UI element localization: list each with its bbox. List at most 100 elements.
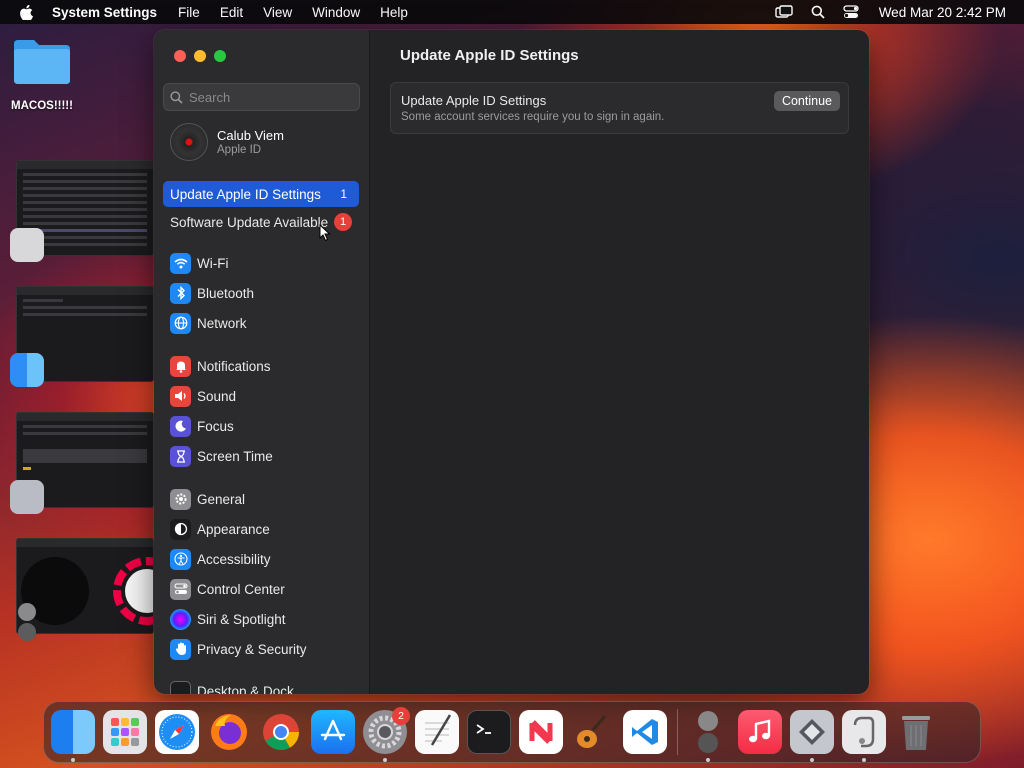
- sidebar-item-wifi[interactable]: Wi-Fi: [163, 250, 359, 276]
- avatar: [170, 123, 208, 161]
- dock-chrome[interactable]: [259, 710, 303, 754]
- digital-color-meter-icon: [10, 602, 44, 641]
- mouse-pointer-icon: [319, 224, 331, 242]
- dock-digital-color-meter[interactable]: [686, 710, 730, 762]
- accessibility-icon: [170, 548, 191, 570]
- dock-garageband[interactable]: [571, 710, 615, 754]
- running-indicator: [71, 758, 75, 762]
- chrome-icon: [263, 714, 299, 751]
- card-title: Update Apple ID Settings: [401, 93, 547, 108]
- sidebar-item-bluetooth[interactable]: Bluetooth: [163, 280, 359, 306]
- sidebar-item-appearance[interactable]: Appearance: [163, 516, 359, 542]
- sidebar-item-focus[interactable]: Focus: [163, 413, 359, 439]
- folder-icon: [12, 38, 72, 86]
- spotlight-search-icon[interactable]: [811, 5, 825, 19]
- sidebar-item-general[interactable]: General: [163, 486, 359, 512]
- dock-terminal[interactable]: [467, 710, 511, 754]
- launchpad-icon: [111, 718, 139, 746]
- close-button[interactable]: [174, 50, 186, 62]
- speaker-icon: [170, 385, 191, 407]
- screen-mirroring-icon[interactable]: [774, 5, 793, 19]
- running-indicator: [383, 758, 387, 762]
- boot-camp-icon: [799, 719, 825, 745]
- dock-textedit[interactable]: [415, 710, 459, 754]
- menu-view[interactable]: View: [263, 5, 292, 20]
- search-input[interactable]: [189, 89, 349, 105]
- continue-button[interactable]: Continue: [773, 91, 840, 111]
- system-settings-window: Calub Viem Apple ID Update Apple ID Sett…: [154, 30, 869, 694]
- dock-music[interactable]: [738, 710, 782, 754]
- firefox-icon: [211, 714, 247, 750]
- siri-icon: [170, 608, 191, 630]
- trash-icon: [902, 716, 930, 750]
- dock-app-store[interactable]: [311, 710, 355, 754]
- minimize-button[interactable]: [194, 50, 206, 62]
- dock-firefox[interactable]: [207, 710, 251, 754]
- update-apple-id-card: Update Apple ID Settings Some account se…: [390, 82, 849, 134]
- guitar-icon: [577, 715, 607, 748]
- dock-trash[interactable]: [894, 710, 938, 754]
- sidebar-item-update-apple-id[interactable]: Update Apple ID Settings 1: [163, 181, 359, 207]
- news-icon: [529, 720, 553, 744]
- menu-file[interactable]: File: [178, 5, 200, 20]
- dock-vscode[interactable]: [623, 710, 667, 754]
- sidebar-item-label: Accessibility: [197, 551, 271, 567]
- sidebar-item-notifications[interactable]: Notifications: [163, 353, 359, 379]
- menu-app-name[interactable]: System Settings: [52, 5, 157, 20]
- sidebar-item-privacy-security[interactable]: Privacy & Security: [163, 636, 359, 662]
- control-center-icon[interactable]: [843, 5, 859, 19]
- music-note-icon: [749, 719, 771, 743]
- page-title: Update Apple ID Settings: [400, 47, 579, 64]
- moon-icon: [170, 415, 191, 437]
- menu-window[interactable]: Window: [312, 5, 360, 20]
- sidebar-item-screen-time[interactable]: Screen Time: [163, 443, 359, 469]
- menu-clock[interactable]: Wed Mar 20 2:42 PM: [879, 5, 1006, 20]
- terminal-icon: [476, 724, 491, 734]
- textedit-icon: [425, 714, 452, 746]
- sidebar-item-label: General: [197, 491, 246, 507]
- sidebar-item-desktop-dock[interactable]: Desktop & Dock: [163, 678, 359, 694]
- software-update-badge: 1: [334, 213, 353, 231]
- menu-edit[interactable]: Edit: [220, 5, 243, 20]
- sidebar-item-label: Notifications: [197, 358, 271, 374]
- sidebar: Calub Viem Apple ID Update Apple ID Sett…: [154, 30, 370, 694]
- apple-id-account[interactable]: Calub Viem Apple ID: [170, 123, 284, 161]
- search-field[interactable]: [163, 83, 360, 111]
- desktop-folder[interactable]: MACOS!!!!!: [10, 38, 74, 112]
- sidebar-item-label: Update Apple ID Settings: [170, 186, 321, 202]
- running-indicator: [810, 758, 814, 762]
- running-indicator: [706, 758, 710, 762]
- globe-icon: [170, 312, 191, 334]
- menu-help[interactable]: Help: [380, 5, 408, 20]
- zoom-button[interactable]: [214, 50, 226, 62]
- apple-menu[interactable]: [0, 4, 52, 20]
- dock-system-information[interactable]: [842, 710, 886, 762]
- dock-safari[interactable]: [155, 710, 199, 754]
- account-name: Calub Viem: [217, 128, 284, 143]
- dock-boot-camp[interactable]: [790, 710, 834, 762]
- dock-news[interactable]: [519, 710, 563, 754]
- account-subtitle: Apple ID: [217, 144, 262, 156]
- notification-badge: 2: [392, 707, 410, 725]
- sidebar-item-network[interactable]: Network: [163, 310, 359, 336]
- running-indicator: [862, 758, 866, 762]
- vscode-icon: [632, 719, 658, 745]
- sidebar-item-label: Network: [197, 315, 247, 331]
- sidebar-item-label: Screen Time: [197, 448, 273, 464]
- sidebar-item-control-center[interactable]: Control Center: [163, 576, 359, 602]
- dock-finder[interactable]: [51, 710, 95, 762]
- wifi-icon: [170, 252, 191, 274]
- sidebar-item-sound[interactable]: Sound: [163, 383, 359, 409]
- card-description: Some account services require you to sig…: [401, 111, 665, 123]
- sidebar-item-label: Bluetooth: [197, 285, 255, 301]
- sidebar-item-label: Sound: [197, 388, 237, 404]
- app-store-icon: [320, 719, 346, 741]
- dock-system-settings[interactable]: 2: [363, 707, 410, 762]
- menu-bar: System Settings File Edit View Window He…: [0, 0, 1024, 24]
- appearance-icon: [170, 518, 191, 540]
- dock-launchpad[interactable]: [103, 710, 147, 754]
- boot-camp-icon: [10, 480, 44, 514]
- sidebar-item-accessibility[interactable]: Accessibility: [163, 546, 359, 572]
- sidebar-item-siri-spotlight[interactable]: Siri & Spotlight: [163, 606, 359, 632]
- hand-icon: [170, 638, 191, 660]
